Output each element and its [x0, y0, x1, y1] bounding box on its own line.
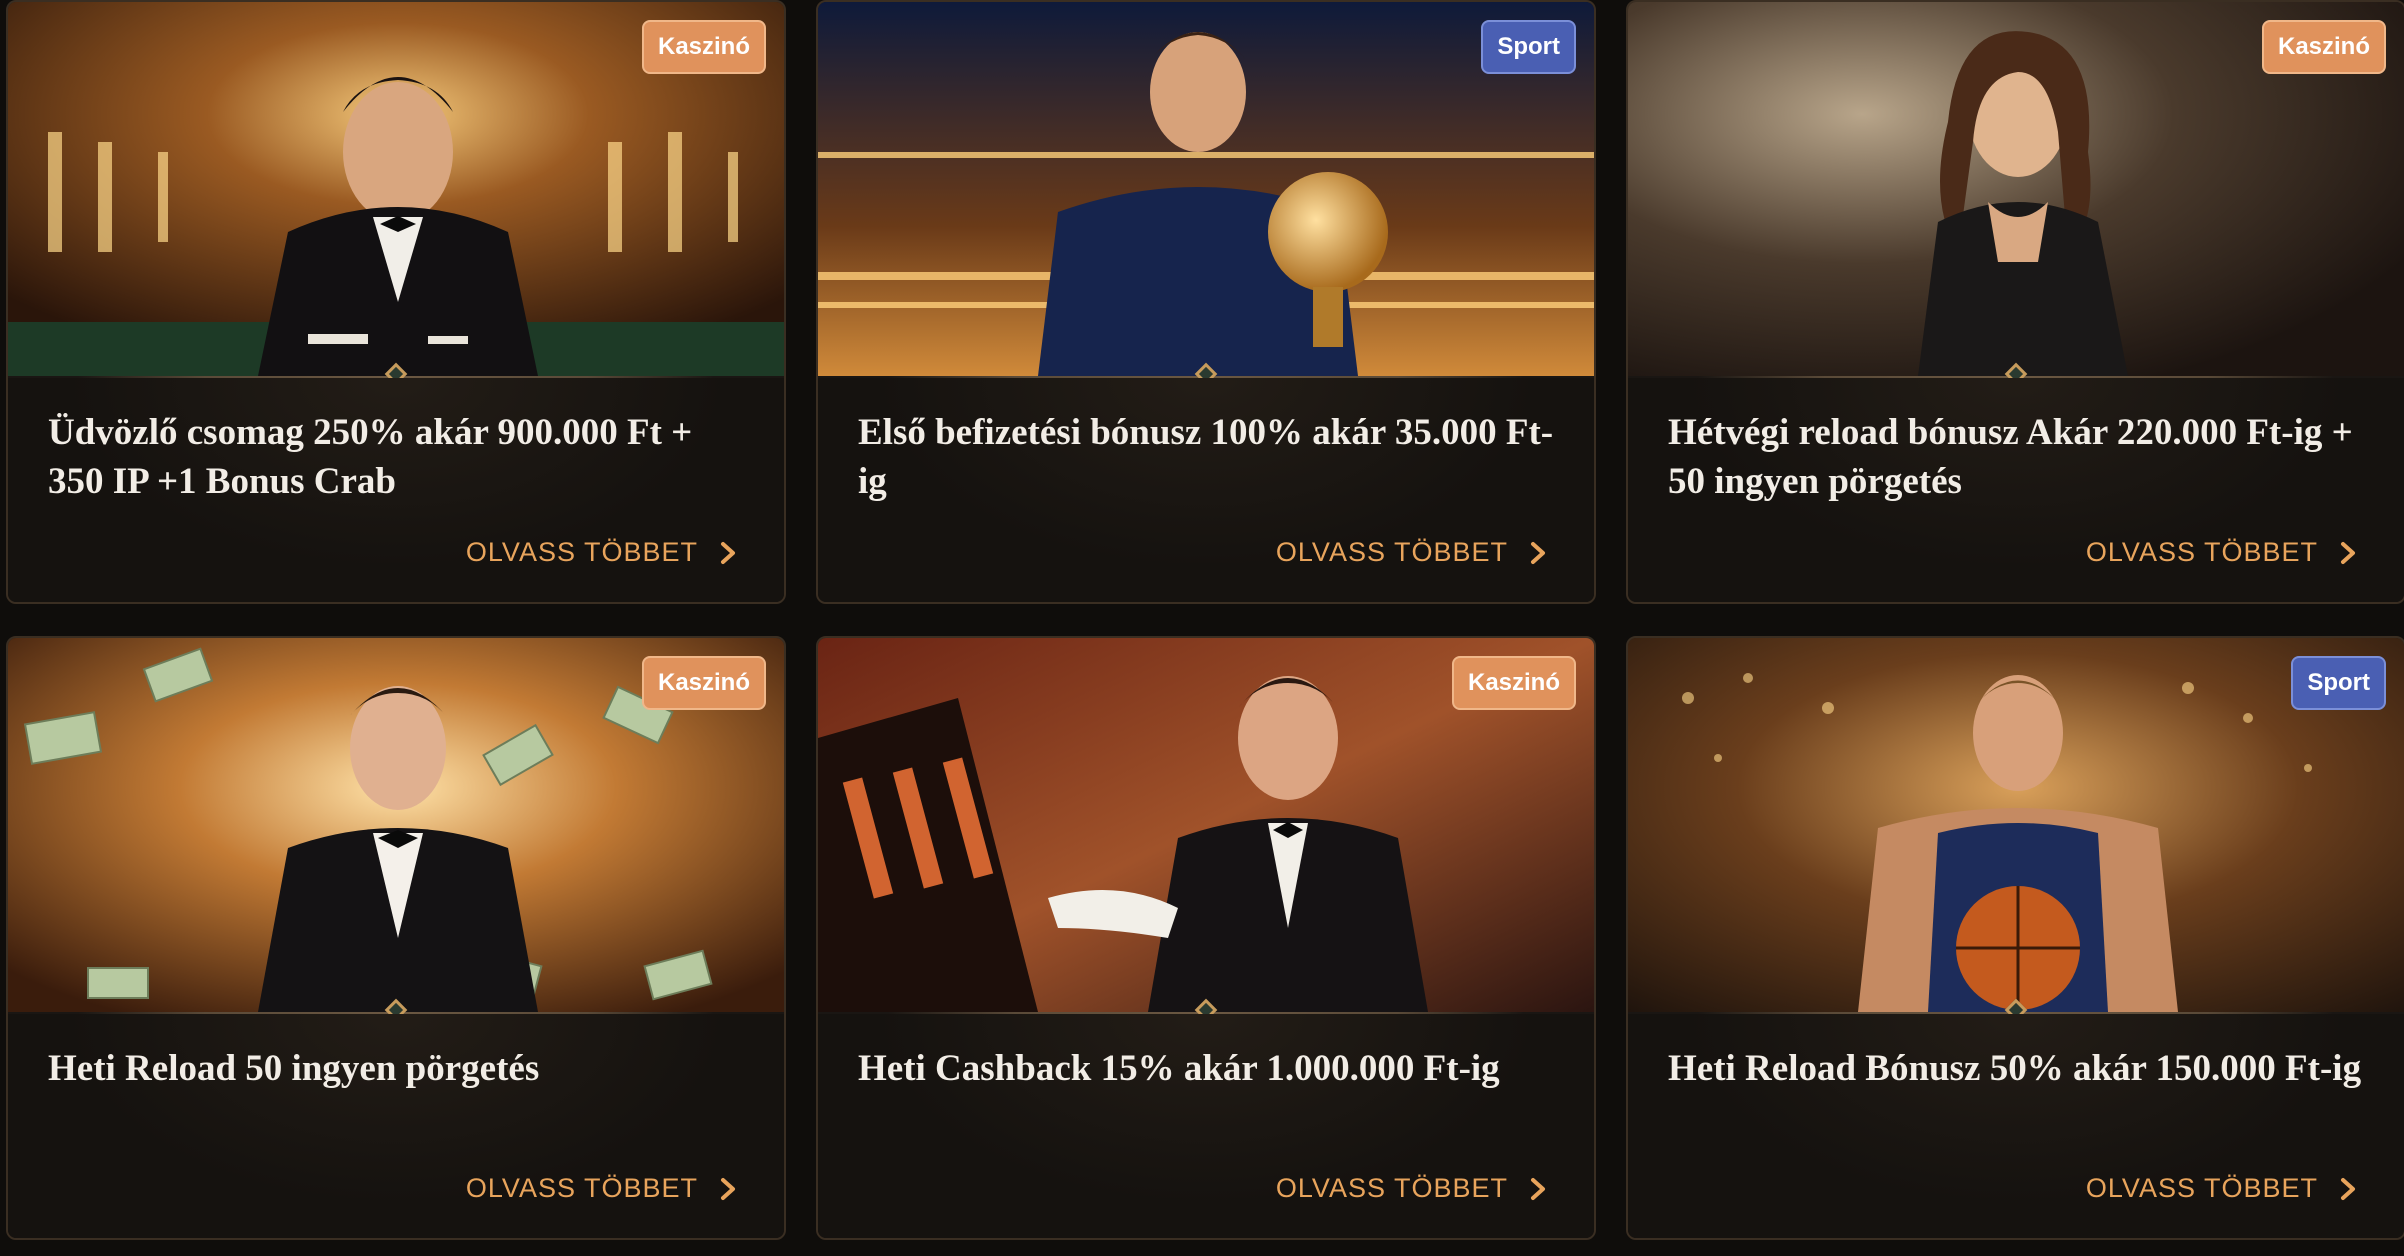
chevron-right-icon	[1531, 541, 1545, 564]
promo-card[interactable]: Sport Első befizetési bónusz 100% akár 3…	[816, 0, 1596, 604]
card-body: Hétvégi reload bónusz Akár 220.000 Ft-ig…	[1628, 378, 2404, 602]
promo-image-football-player: Sport	[818, 2, 1594, 376]
chevron-right-icon	[2341, 1177, 2355, 1200]
chevron-right-icon	[1531, 1177, 1545, 1200]
promo-card[interactable]: Kaszinó Hétvégi reload bónusz Akár 220.0…	[1626, 0, 2404, 604]
chevron-right-icon	[721, 1177, 735, 1200]
promo-image-money-rain: Kaszinó	[8, 638, 784, 1012]
promo-card[interactable]: Kaszinó Üdvözlő csomag 250% akár 900.000…	[6, 0, 786, 604]
read-more-link[interactable]: OLVASS TÖBBET	[1276, 1173, 1550, 1204]
read-more-label: OLVASS TÖBBET	[465, 537, 698, 567]
read-more-label: OLVASS TÖBBET	[1275, 1173, 1508, 1203]
read-more-label: OLVASS TÖBBET	[2085, 1173, 2318, 1203]
card-body: Üdvözlő csomag 250% akár 900.000 Ft + 35…	[8, 378, 784, 602]
read-more-link[interactable]: OLVASS TÖBBET	[2086, 1173, 2360, 1204]
promo-image-woman-lounge: Kaszinó	[1628, 2, 2404, 376]
read-more-label: OLVASS TÖBBET	[1275, 537, 1508, 567]
card-body: Heti Reload 50 ingyen pörgetés OLVASS TÖ…	[8, 1014, 784, 1238]
promo-title: Első befizetési bónusz 100% akár 35.000 …	[858, 412, 1554, 502]
promo-image-casino-dealer: Kaszinó	[8, 2, 784, 376]
promo-title: Heti Reload Bónusz 50% akár 150.000 Ft-i…	[1668, 1048, 2362, 1089]
promo-title: Heti Reload 50 ingyen pörgetés	[48, 1048, 540, 1089]
promo-card[interactable]: Sport Heti Reload Bónusz 50% akár 150.00…	[1626, 636, 2404, 1240]
promo-image-basketball-player: Sport	[1628, 638, 2404, 1012]
read-more-label: OLVASS TÖBBET	[2085, 537, 2318, 567]
card-body: Heti Cashback 15% akár 1.000.000 Ft-ig O…	[818, 1014, 1594, 1238]
category-badge: Kaszinó	[641, 20, 766, 74]
read-more-link[interactable]: OLVASS TÖBBET	[466, 537, 740, 568]
read-more-label: OLVASS TÖBBET	[465, 1173, 698, 1203]
promo-image-slot-machine: Kaszinó	[818, 638, 1594, 1012]
read-more-link[interactable]: OLVASS TÖBBET	[2086, 537, 2360, 568]
card-body: Első befizetési bónusz 100% akár 35.000 …	[818, 378, 1594, 602]
category-badge: Kaszinó	[2261, 20, 2386, 74]
category-badge: Sport	[1481, 20, 1576, 74]
read-more-link[interactable]: OLVASS TÖBBET	[466, 1173, 740, 1204]
promo-card[interactable]: Kaszinó Heti Reload 50 ingyen pörgetés O…	[6, 636, 786, 1240]
promotions-grid: Kaszinó Üdvözlő csomag 250% akár 900.000…	[0, 0, 2404, 1256]
card-body: Heti Reload Bónusz 50% akár 150.000 Ft-i…	[1628, 1014, 2404, 1238]
category-badge: Kaszinó	[1451, 656, 1576, 710]
promo-title: Hétvégi reload bónusz Akár 220.000 Ft-ig…	[1668, 412, 2353, 502]
read-more-link[interactable]: OLVASS TÖBBET	[1276, 537, 1550, 568]
promo-title: Heti Cashback 15% akár 1.000.000 Ft-ig	[858, 1048, 1500, 1089]
chevron-right-icon	[2341, 541, 2355, 564]
category-badge: Sport	[2291, 656, 2386, 710]
promo-title: Üdvözlő csomag 250% akár 900.000 Ft + 35…	[48, 412, 693, 502]
category-badge: Kaszinó	[641, 656, 766, 710]
chevron-right-icon	[721, 541, 735, 564]
promo-card[interactable]: Kaszinó Heti Cashback 15% akár 1.000.000…	[816, 636, 1596, 1240]
